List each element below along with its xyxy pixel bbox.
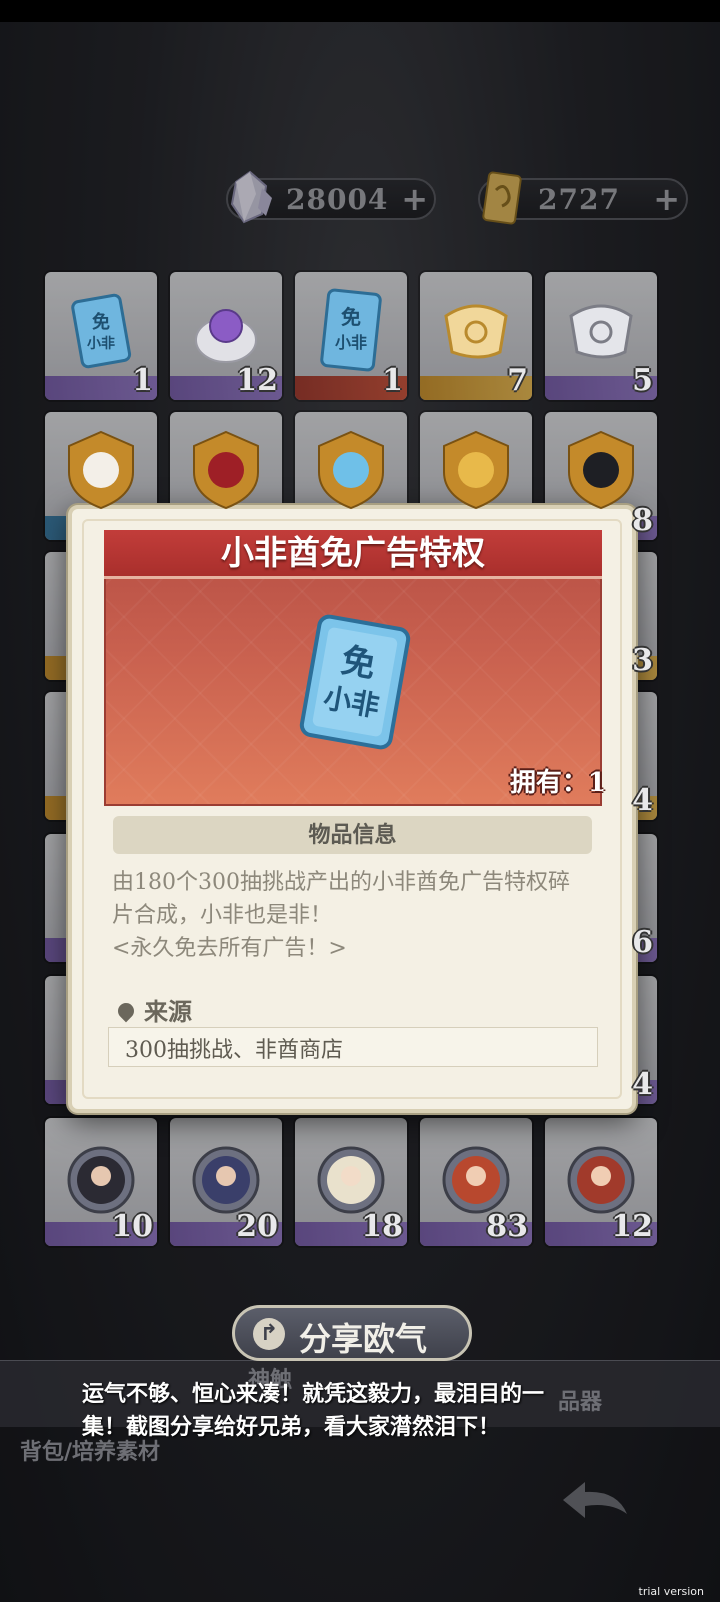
source-box: 300抽挑战、非酋商店 xyxy=(108,1027,598,1067)
item-count: 3 xyxy=(632,643,653,678)
item-count: 6 xyxy=(632,925,653,960)
portrait-medal-1-icon xyxy=(67,1146,135,1214)
item-title: 小非酋免广告特权 xyxy=(221,533,485,572)
item-count: 18 xyxy=(361,1209,403,1244)
portrait-medal-3-icon xyxy=(317,1146,385,1214)
portrait-medal-4-icon xyxy=(442,1146,510,1214)
share-luck-button[interactable]: ↱ 分享欧气 xyxy=(232,1305,472,1361)
red-emblem-icon xyxy=(193,430,259,510)
svg-text:小非: 小非 xyxy=(87,335,115,352)
description-line: 片合成，小非也是非！ xyxy=(112,903,333,928)
silver-scroll-icon xyxy=(569,304,633,359)
share-arrow-icon: ↱ xyxy=(253,1318,285,1350)
portrait-medal-2-icon xyxy=(192,1146,260,1214)
description-line: 由180个300抽挑战产出的小非酋免广告特权碎 xyxy=(112,870,570,895)
share-message: 运气不够、恒心来凑！就凭这毅力，最泪目的一 集！截图分享给好兄弟，看大家潸然泪下… xyxy=(82,1378,622,1444)
svg-text:免: 免 xyxy=(92,311,110,333)
status-bar xyxy=(0,0,720,22)
purple-egg-icon xyxy=(195,309,257,363)
item-count: 83 xyxy=(486,1209,528,1244)
share-button-label: 分享欧气 xyxy=(299,1320,428,1358)
item-count: 10 xyxy=(111,1209,153,1244)
white-emblem-icon xyxy=(68,430,134,510)
svg-text:免: 免 xyxy=(341,305,361,329)
source-label: 来源 xyxy=(144,997,192,1026)
watermark: trial version xyxy=(638,1585,704,1598)
item-count: 4 xyxy=(632,783,653,818)
item-count: 8 xyxy=(632,503,653,538)
item-info-header: 物品信息 xyxy=(113,816,592,854)
black-emblem-icon xyxy=(568,430,634,510)
item-description: 由180个300抽挑战产出的小非酋免广告特权碎 片合成，小非也是非！ <永久免去… xyxy=(112,866,598,965)
item-count: 1 xyxy=(382,363,403,398)
no-ads-ticket-icon: 免 小非 xyxy=(299,614,411,750)
item-title-ribbon: 小非酋免广告特权 xyxy=(104,530,602,579)
source-value: 300抽挑战、非酋商店 xyxy=(125,1038,343,1063)
gold-emblem-icon xyxy=(443,430,509,510)
item-info-label: 物品信息 xyxy=(308,822,397,848)
item-count: 5 xyxy=(632,363,653,398)
location-pin-icon xyxy=(114,999,138,1023)
svg-text:免: 免 xyxy=(338,641,378,686)
item-count: 12 xyxy=(236,363,278,398)
owned-count: 拥有：1 xyxy=(509,768,606,798)
gold-scroll-icon xyxy=(444,304,508,359)
item-count: 20 xyxy=(236,1209,278,1244)
item-count: 1 xyxy=(132,363,153,398)
item-count: 4 xyxy=(632,1067,653,1102)
item-count: 12 xyxy=(611,1209,653,1244)
item-count: 7 xyxy=(507,363,528,398)
description-line: <永久免去所有广告！> xyxy=(112,936,347,961)
share-line: 运气不够、恒心来凑！就凭这毅力，最泪目的一 xyxy=(82,1381,545,1407)
blue-emblem-icon xyxy=(318,430,384,510)
share-line: 集！截图分享给好兄弟，看大家潸然泪下！ xyxy=(82,1414,501,1440)
portrait-medal-5-icon xyxy=(567,1146,635,1214)
no-ads-ticket-fragment-icon: 免 小非 xyxy=(71,293,132,369)
svg-text:小非: 小非 xyxy=(335,333,367,352)
source-heading: 来源 xyxy=(114,992,192,1027)
no-ads-ticket-icon: 免 小非 xyxy=(320,288,382,372)
back-arrow-icon[interactable] xyxy=(555,1470,635,1530)
